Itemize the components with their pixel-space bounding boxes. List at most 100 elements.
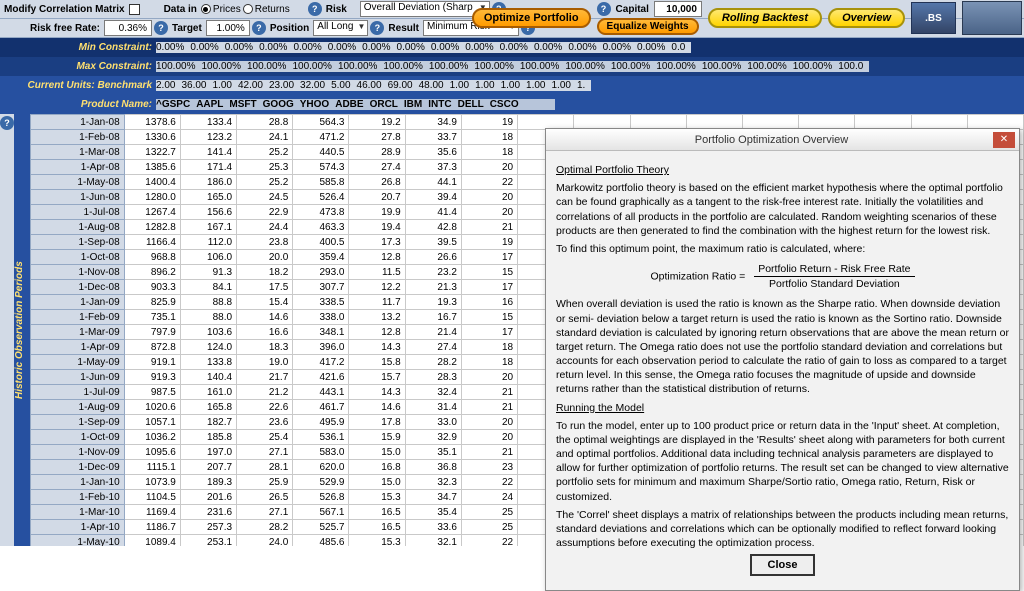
data-cell[interactable]: 20 bbox=[461, 160, 517, 175]
data-cell[interactable]: 1267.4 bbox=[124, 205, 180, 220]
cell[interactable] bbox=[549, 99, 555, 110]
data-cell[interactable]: 12.2 bbox=[349, 280, 405, 295]
data-cell[interactable]: 16.5 bbox=[349, 505, 405, 520]
data-cell[interactable]: 19.9 bbox=[349, 205, 405, 220]
cell[interactable]: GOOG bbox=[263, 99, 300, 110]
data-cell[interactable]: 903.3 bbox=[124, 280, 180, 295]
data-cell[interactable]: 15.3 bbox=[349, 490, 405, 505]
data-cell[interactable]: 24.5 bbox=[237, 190, 293, 205]
date-cell[interactable]: 1-Mar-09 bbox=[31, 325, 125, 340]
data-cell[interactable]: 133.4 bbox=[180, 115, 236, 130]
data-cell[interactable]: 525.7 bbox=[293, 520, 349, 535]
position-dropdown[interactable]: All Long bbox=[313, 20, 368, 36]
data-cell[interactable]: 15.7 bbox=[349, 370, 405, 385]
data-cell[interactable]: 165.8 bbox=[180, 400, 236, 415]
data-cell[interactable]: 1280.0 bbox=[124, 190, 180, 205]
data-cell[interactable]: 20 bbox=[461, 370, 517, 385]
data-cell[interactable]: 27.1 bbox=[237, 445, 293, 460]
data-cell[interactable]: 124.0 bbox=[180, 340, 236, 355]
date-cell[interactable]: 1-Apr-08 bbox=[31, 160, 125, 175]
date-cell[interactable]: 1-Apr-09 bbox=[31, 340, 125, 355]
date-cell[interactable]: 1-Oct-09 bbox=[31, 430, 125, 445]
data-cell[interactable]: 19 bbox=[461, 235, 517, 250]
data-cell[interactable]: 463.3 bbox=[293, 220, 349, 235]
data-cell[interactable]: 28.8 bbox=[237, 115, 293, 130]
data-cell[interactable]: 35.6 bbox=[405, 145, 461, 160]
cell[interactable]: 23.00 bbox=[269, 80, 300, 91]
data-cell[interactable]: 23.8 bbox=[237, 235, 293, 250]
data-cell[interactable]: 16.5 bbox=[349, 520, 405, 535]
data-cell[interactable]: 574.3 bbox=[293, 160, 349, 175]
data-cell[interactable]: 182.7 bbox=[180, 415, 236, 430]
data-cell[interactable]: 20.7 bbox=[349, 190, 405, 205]
date-cell[interactable]: 1-Mar-08 bbox=[31, 145, 125, 160]
radio-returns[interactable] bbox=[243, 4, 253, 14]
help-icon[interactable]: ? bbox=[154, 21, 168, 35]
data-cell[interactable]: 21 bbox=[461, 220, 517, 235]
data-cell[interactable]: 21.2 bbox=[237, 385, 293, 400]
data-cell[interactable]: 84.1 bbox=[180, 280, 236, 295]
data-cell[interactable]: 987.5 bbox=[124, 385, 180, 400]
close-button[interactable]: Close bbox=[750, 554, 816, 576]
data-cell[interactable]: 165.0 bbox=[180, 190, 236, 205]
data-cell[interactable]: 13.2 bbox=[349, 310, 405, 325]
cell[interactable]: 100.00% bbox=[520, 61, 565, 72]
data-cell[interactable]: 968.8 bbox=[124, 250, 180, 265]
data-cell[interactable]: 1104.5 bbox=[124, 490, 180, 505]
cell[interactable] bbox=[525, 99, 531, 110]
cell[interactable] bbox=[543, 99, 549, 110]
cell[interactable]: 100.00% bbox=[429, 61, 474, 72]
data-cell[interactable]: 27.8 bbox=[349, 130, 405, 145]
data-cell[interactable]: 17.8 bbox=[349, 415, 405, 430]
data-cell[interactable]: 797.9 bbox=[124, 325, 180, 340]
data-cell[interactable]: 25.2 bbox=[237, 175, 293, 190]
data-cell[interactable]: 28.2 bbox=[405, 355, 461, 370]
data-cell[interactable]: 18.3 bbox=[237, 340, 293, 355]
cell[interactable]: YHOO bbox=[300, 99, 335, 110]
data-cell[interactable]: 257.3 bbox=[180, 520, 236, 535]
cell[interactable]: ORCL bbox=[370, 99, 404, 110]
date-cell[interactable]: 1-May-08 bbox=[31, 175, 125, 190]
cell[interactable]: 69.00 bbox=[388, 80, 419, 91]
data-cell[interactable]: 536.1 bbox=[293, 430, 349, 445]
data-cell[interactable]: 1115.1 bbox=[124, 460, 180, 475]
data-cell[interactable]: 21 bbox=[461, 385, 517, 400]
data-cell[interactable]: 526.8 bbox=[293, 490, 349, 505]
data-cell[interactable]: 307.7 bbox=[293, 280, 349, 295]
data-cell[interactable]: 564.3 bbox=[293, 115, 349, 130]
data-cell[interactable]: 22 bbox=[461, 475, 517, 490]
date-cell[interactable]: 1-Jan-08 bbox=[31, 115, 125, 130]
cell[interactable]: 100.0 bbox=[838, 61, 869, 72]
cell[interactable]: 100.00% bbox=[793, 61, 838, 72]
date-cell[interactable]: 1-Sep-09 bbox=[31, 415, 125, 430]
data-cell[interactable]: 443.1 bbox=[293, 385, 349, 400]
data-cell[interactable]: 26.6 bbox=[405, 250, 461, 265]
data-cell[interactable]: 15.9 bbox=[349, 430, 405, 445]
data-cell[interactable]: 32.9 bbox=[405, 430, 461, 445]
data-cell[interactable]: 34.7 bbox=[405, 490, 461, 505]
cell[interactable]: 1.00 bbox=[552, 80, 577, 91]
data-cell[interactable]: 36.8 bbox=[405, 460, 461, 475]
cell[interactable]: 0.00% bbox=[500, 42, 534, 53]
cell[interactable]: 100.00% bbox=[747, 61, 792, 72]
cell[interactable]: ^GSPC bbox=[156, 99, 196, 110]
cell[interactable]: 5.00 bbox=[331, 80, 356, 91]
data-cell[interactable]: 1378.6 bbox=[124, 115, 180, 130]
data-cell[interactable]: 348.1 bbox=[293, 325, 349, 340]
data-cell[interactable]: 14.6 bbox=[237, 310, 293, 325]
cell[interactable]: 0.00% bbox=[534, 42, 568, 53]
data-cell[interactable]: 34.9 bbox=[405, 115, 461, 130]
cell[interactable]: 0.00% bbox=[568, 42, 602, 53]
date-cell[interactable]: 1-Jun-09 bbox=[31, 370, 125, 385]
data-cell[interactable]: 14.3 bbox=[349, 385, 405, 400]
data-cell[interactable]: 440.5 bbox=[293, 145, 349, 160]
data-cell[interactable]: 25.3 bbox=[237, 160, 293, 175]
data-cell[interactable]: 140.4 bbox=[180, 370, 236, 385]
data-cell[interactable]: 22.6 bbox=[237, 400, 293, 415]
cell[interactable]: 36.00 bbox=[181, 80, 212, 91]
data-cell[interactable]: 529.9 bbox=[293, 475, 349, 490]
data-cell[interactable]: 15.8 bbox=[349, 355, 405, 370]
cell[interactable]: 0.00% bbox=[362, 42, 396, 53]
cell[interactable]: ADBE bbox=[335, 99, 369, 110]
data-cell[interactable]: 32.4 bbox=[405, 385, 461, 400]
